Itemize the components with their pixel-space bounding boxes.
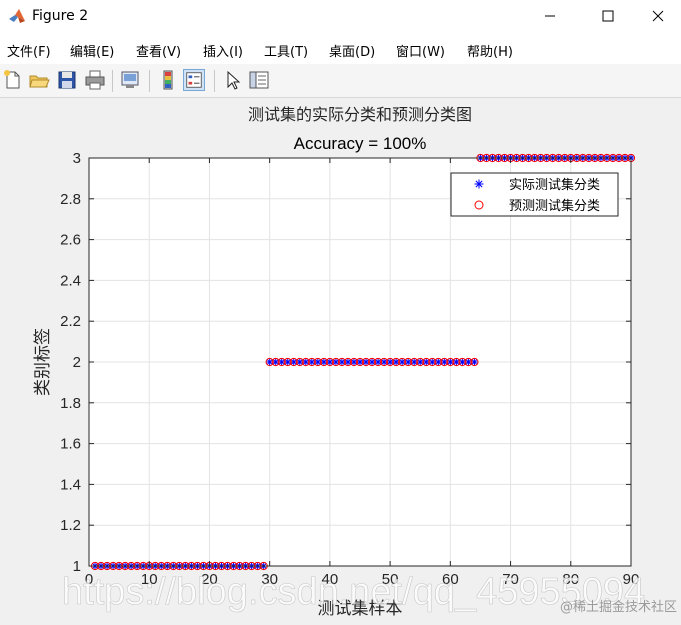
close-icon: [652, 10, 664, 22]
maximize-icon: [602, 10, 614, 22]
minimize-icon: [545, 15, 555, 17]
chart-subtitle: Accuracy = 100%: [294, 134, 427, 153]
y-tick-label: 2.2: [60, 313, 81, 330]
menu-view[interactable]: 查看(V): [136, 41, 181, 60]
y-axis-label: 类别标签: [33, 328, 53, 396]
watermark-url: https://blog.csdn.net/qq_45955094: [62, 571, 645, 613]
menu-help[interactable]: 帮助(H): [467, 41, 513, 60]
legend-star-marker: [474, 179, 484, 189]
close-button[interactable]: [635, 0, 681, 32]
y-tick-label: 2.6: [60, 232, 81, 249]
menu-bar: 文件(F) 编辑(E) 查看(V) 插入(I) 工具(T) 桌面(D) 窗口(W…: [0, 34, 681, 64]
print-icon[interactable]: [84, 69, 106, 91]
menu-tools[interactable]: 工具(T): [264, 41, 308, 60]
link-plot-icon[interactable]: [119, 69, 141, 91]
save-icon[interactable]: [56, 69, 78, 91]
property-inspector-icon[interactable]: [248, 69, 270, 91]
window-title: Figure 2: [32, 8, 89, 24]
toolbar-separator: [112, 70, 113, 92]
maximize-button[interactable]: [585, 0, 631, 32]
matlab-logo-icon: [9, 9, 25, 23]
y-tick-label: 2: [73, 354, 81, 371]
menu-desktop[interactable]: 桌面(D): [329, 41, 375, 60]
y-tick-label: 1.4: [60, 476, 81, 493]
legend-entry-predicted: 预测测试集分类: [509, 198, 600, 214]
y-tick-label: 3: [73, 150, 81, 167]
y-tick-label: 1.6: [60, 436, 81, 453]
y-tick-label: 2.8: [60, 191, 81, 208]
legend-entry-actual: 实际测试集分类: [509, 177, 600, 193]
minimize-button[interactable]: [527, 0, 573, 32]
chart-title: 测试集的实际分类和预测分类图: [248, 105, 472, 124]
new-figure-icon[interactable]: [2, 69, 24, 91]
menu-insert[interactable]: 插入(I): [203, 41, 243, 60]
pointer-icon[interactable]: [222, 69, 244, 91]
menu-edit[interactable]: 编辑(E): [70, 41, 114, 60]
colorbar-icon[interactable]: [157, 69, 179, 91]
figure-canvas: 0 10 20 30 40 50 60 70 80 90 1 1.2 1.4 1.6 1.8 2 2.2 2.4…: [0, 98, 681, 621]
y-tick-label: 1.2: [60, 517, 81, 534]
menu-file[interactable]: 文件(F): [7, 41, 51, 60]
toolbar-separator: [149, 70, 150, 92]
open-file-icon[interactable]: [28, 69, 50, 91]
menu-window[interactable]: 窗口(W): [396, 41, 445, 60]
y-tick-label: 1.8: [60, 395, 81, 412]
toolbar: [0, 64, 681, 98]
legend-icon[interactable]: [183, 69, 205, 91]
toolbar-separator: [214, 70, 215, 92]
watermark-brand: @稀土掘金技术社区: [560, 599, 677, 615]
legend-star-shape: [474, 179, 484, 189]
title-bar: Figure 2: [0, 0, 681, 34]
y-tick-label: 2.4: [60, 272, 81, 289]
scatter-chart[interactable]: 0 10 20 30 40 50 60 70 80 90 11.21.41.61.822.22.4…: [0, 98, 681, 621]
legend[interactable]: 实际测试集分类 预测测试集分类: [450, 172, 619, 217]
